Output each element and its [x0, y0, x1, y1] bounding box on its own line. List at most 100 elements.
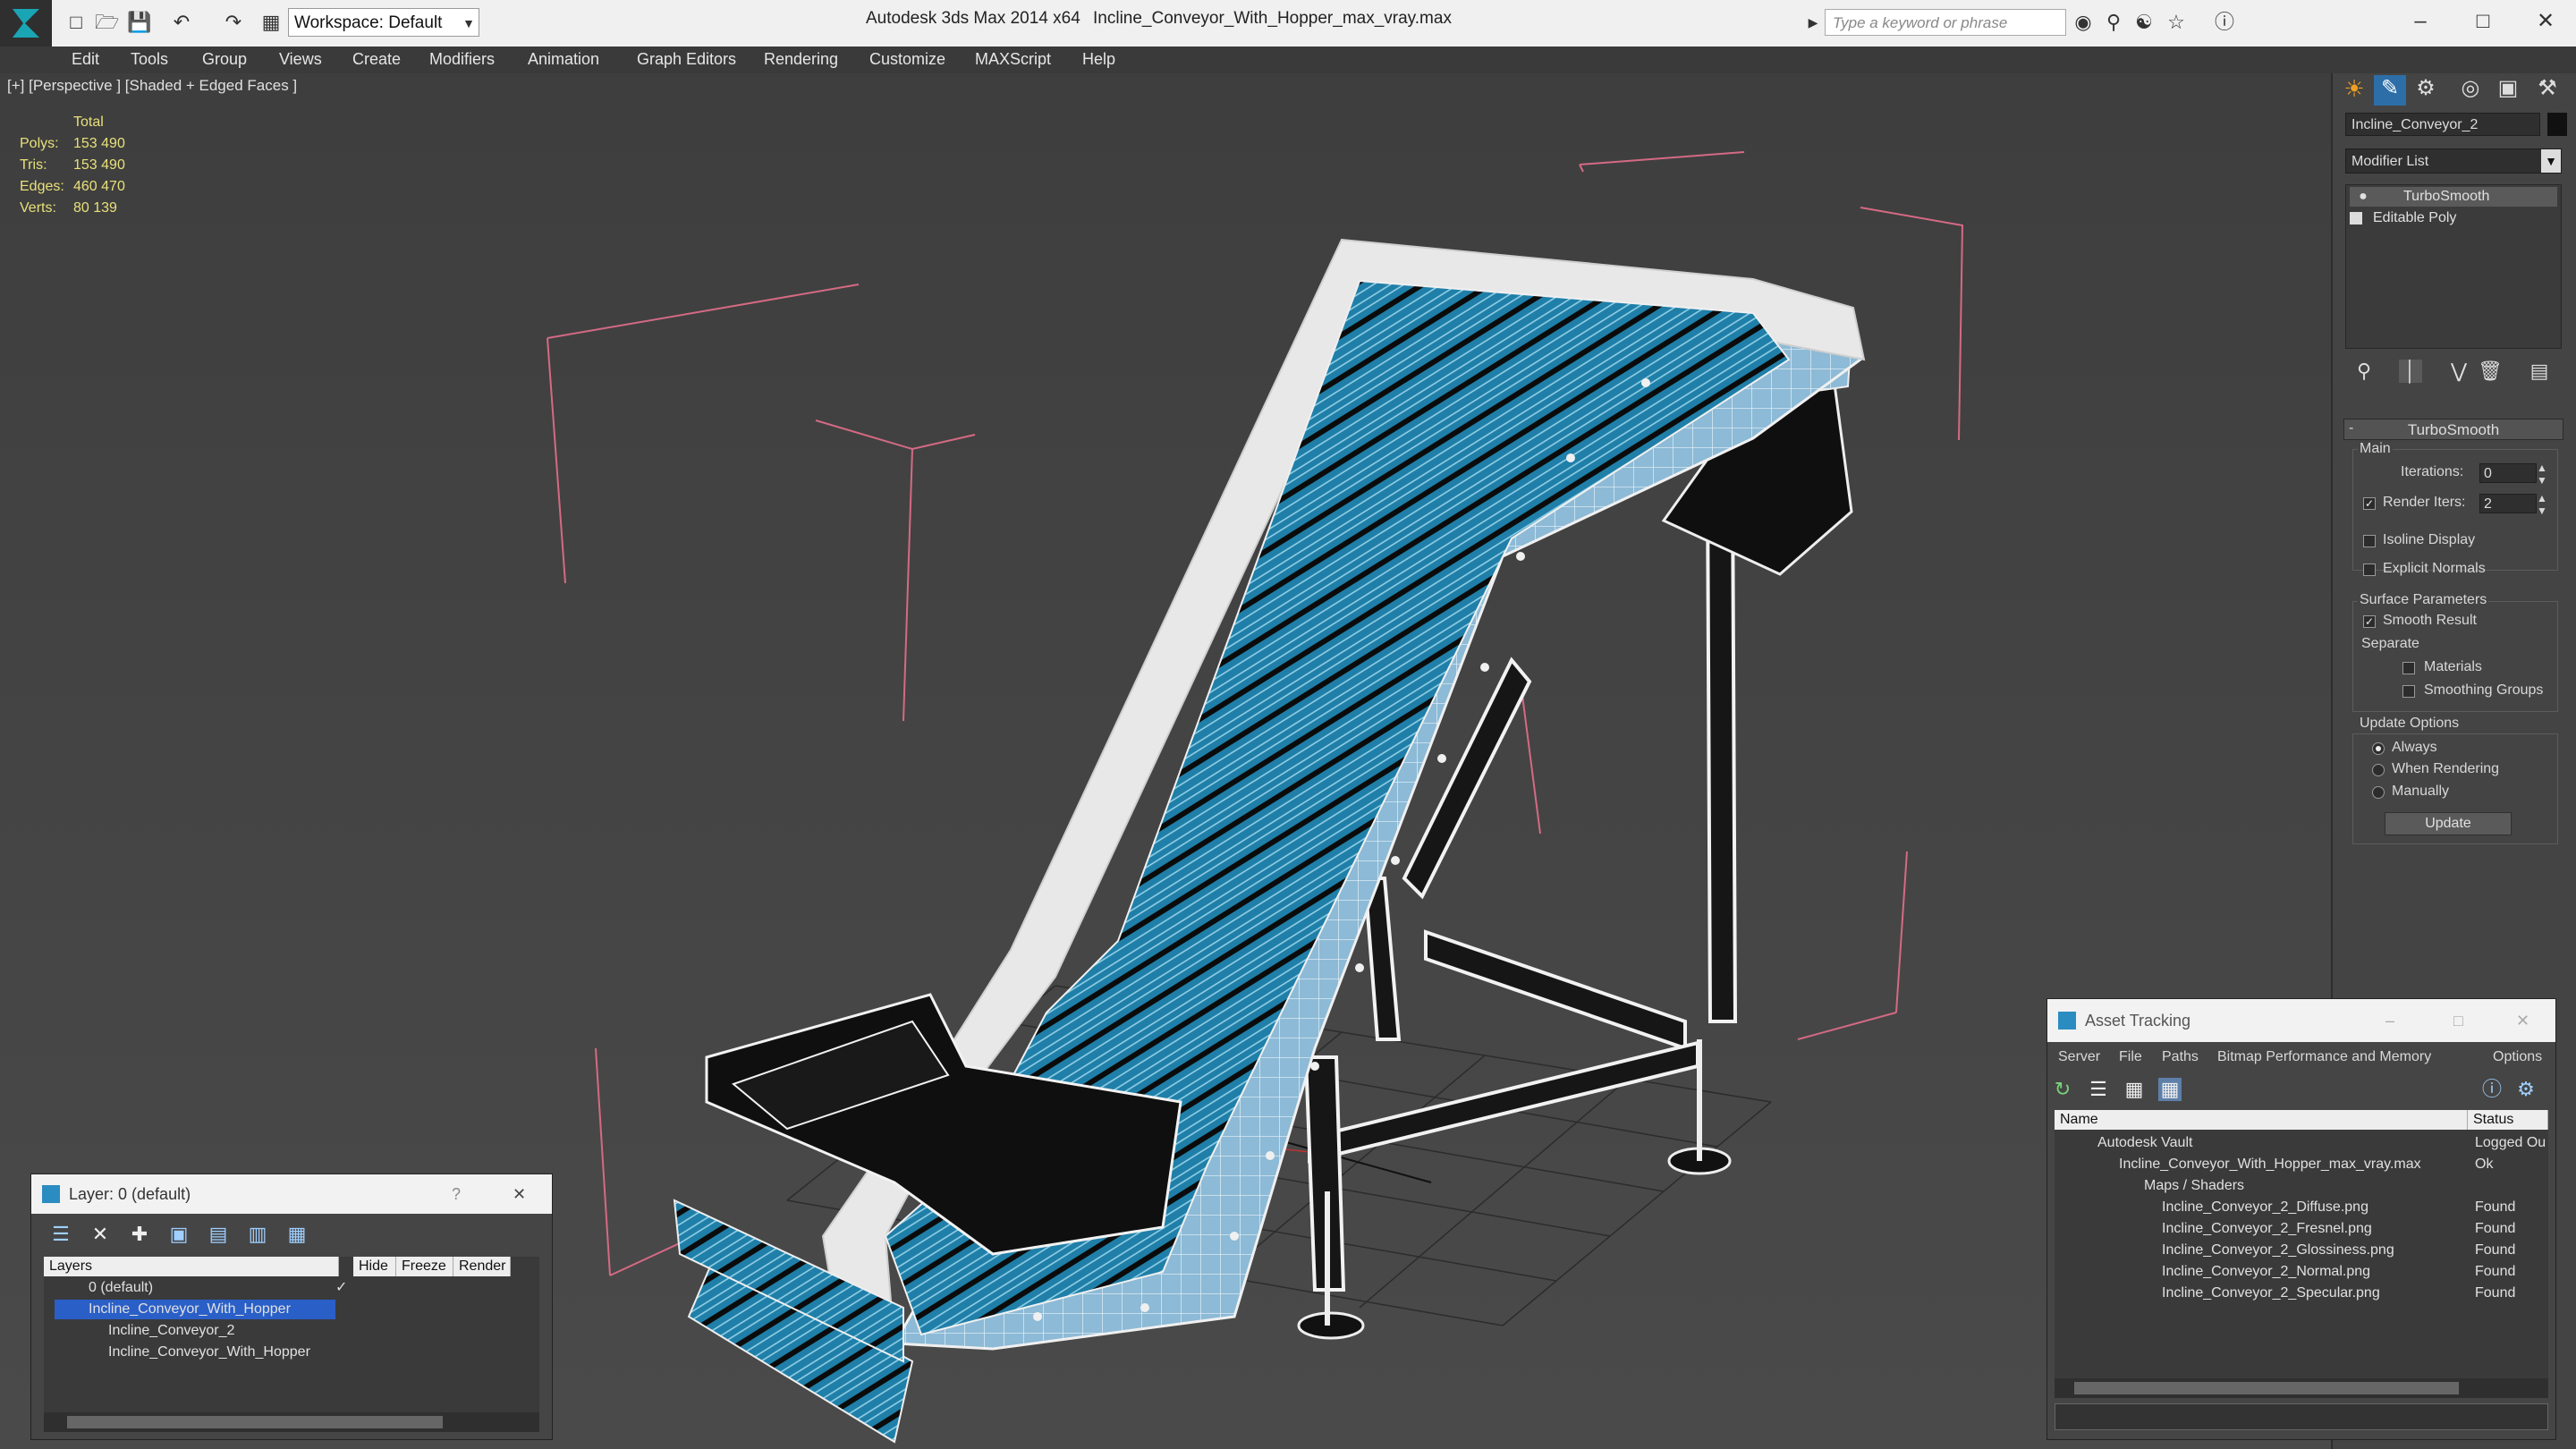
make-unique-icon[interactable]: ⋁: [2447, 360, 2470, 383]
smoothing-groups-checkbox[interactable]: [2402, 685, 2415, 698]
close-button[interactable]: ✕: [2519, 4, 2572, 39]
asset-window-titlebar[interactable]: Asset Tracking – □ ✕: [2047, 999, 2555, 1042]
asset-menu-server[interactable]: Server: [2058, 1049, 2100, 1065]
close-icon[interactable]: ✕: [2516, 999, 2529, 1042]
menu-rendering[interactable]: Rendering: [764, 50, 838, 69]
freeze-all-icon[interactable]: ▦: [285, 1223, 309, 1246]
asset-row-texture[interactable]: Incline_Conveyor_2_Normal.png: [2162, 1262, 2370, 1282]
minimize-button[interactable]: –: [2394, 4, 2447, 39]
update-button[interactable]: Update: [2385, 812, 2512, 835]
asset-row-vault[interactable]: Autodesk Vault: [2097, 1133, 2192, 1153]
maximize-icon[interactable]: □: [2453, 999, 2463, 1042]
app-logo-icon[interactable]: [0, 0, 52, 47]
maximize-button[interactable]: □: [2456, 4, 2510, 39]
subscription-icon[interactable]: ⚲: [2102, 11, 2125, 34]
help-icon[interactable]: ?: [452, 1174, 461, 1214]
motion-tab-icon[interactable]: ◎: [2454, 75, 2487, 106]
materials-checkbox[interactable]: [2402, 662, 2415, 674]
asset-path-field[interactable]: [2055, 1403, 2548, 1430]
new-file-icon[interactable]: □: [64, 11, 88, 34]
menu-views[interactable]: Views: [279, 50, 322, 69]
menu-modifiers[interactable]: Modifiers: [429, 50, 495, 69]
when-rendering-radio[interactable]: [2372, 764, 2385, 776]
select-objects-icon[interactable]: ▣: [167, 1223, 191, 1246]
scrollbar-thumb[interactable]: [67, 1416, 443, 1428]
layer-row-default[interactable]: 0 (default): [89, 1278, 153, 1298]
active-layer-check-icon[interactable]: ✓: [335, 1278, 347, 1298]
add-to-layer-icon[interactable]: ✚: [128, 1223, 151, 1246]
table-view-icon[interactable]: ▦: [2158, 1078, 2182, 1101]
menu-tools[interactable]: Tools: [131, 50, 168, 69]
lightbulb-icon[interactable]: ●: [2350, 187, 2377, 207]
render-iters-spinner[interactable]: 2: [2479, 494, 2537, 513]
layer-row-object[interactable]: Incline_Conveyor_2: [108, 1321, 234, 1341]
configure-sets-icon[interactable]: ▤: [2528, 360, 2551, 383]
layer-row-conveyor-with-hopper[interactable]: Incline_Conveyor_With_Hopper: [55, 1300, 335, 1319]
column-freeze[interactable]: Freeze: [396, 1257, 453, 1276]
asset-row-texture[interactable]: Incline_Conveyor_2_Diffuse.png: [2162, 1198, 2368, 1217]
minimize-icon[interactable]: –: [2385, 999, 2394, 1042]
render-iters-checkbox[interactable]: ✓: [2363, 497, 2376, 510]
create-tab-sun-icon[interactable]: ☀: [2338, 75, 2370, 106]
search-expand-icon[interactable]: ▶: [1801, 11, 1825, 34]
remove-modifier-icon[interactable]: 🗑: [2478, 360, 2503, 383]
menu-animation[interactable]: Animation: [528, 50, 599, 69]
stack-item-editable-poly[interactable]: Editable Poly: [2350, 208, 2456, 228]
menu-graph-editors[interactable]: Graph Editors: [637, 50, 736, 69]
column-name[interactable]: Name: [2055, 1110, 2468, 1130]
explicit-normals-checkbox[interactable]: [2363, 564, 2376, 576]
hide-all-icon[interactable]: ▥: [246, 1223, 269, 1246]
modify-tab-icon[interactable]: ✎: [2374, 75, 2406, 106]
rollout-collapse-icon[interactable]: -: [2349, 420, 2353, 436]
column-status[interactable]: Status: [2468, 1110, 2548, 1130]
menu-create[interactable]: Create: [352, 50, 401, 69]
smooth-result-checkbox[interactable]: ✓: [2363, 615, 2376, 628]
close-icon[interactable]: ✕: [513, 1174, 526, 1214]
menu-help[interactable]: Help: [1082, 50, 1115, 69]
asset-row-texture[interactable]: Incline_Conveyor_2_Glossiness.png: [2162, 1241, 2394, 1260]
search-input[interactable]: Type a keyword or phrase: [1825, 9, 2066, 36]
object-name-field[interactable]: Incline_Conveyor_2: [2345, 113, 2540, 136]
delete-layer-icon[interactable]: ✕: [89, 1223, 112, 1246]
save-file-icon[interactable]: 💾: [127, 11, 151, 34]
binoculars-icon[interactable]: ◉: [2072, 11, 2095, 34]
modifier-stack[interactable]: ● TurboSmooth Editable Poly: [2345, 184, 2562, 349]
asset-row-maps-folder[interactable]: Maps / Shaders: [2144, 1176, 2244, 1196]
redo-icon[interactable]: ↷: [222, 11, 245, 34]
isoline-display-checkbox[interactable]: [2363, 535, 2376, 547]
column-render[interactable]: Render: [453, 1257, 511, 1276]
stack-item-turbosmooth[interactable]: ● TurboSmooth: [2350, 187, 2557, 207]
open-file-icon[interactable]: 🗁: [95, 11, 119, 34]
undo-icon[interactable]: ↶: [170, 11, 193, 34]
vault-settings-icon[interactable]: ⚙: [2514, 1078, 2538, 1101]
expand-plus-icon[interactable]: [2350, 211, 2362, 225]
refresh-icon[interactable]: ↻: [2051, 1078, 2074, 1101]
list-view-icon[interactable]: ☰: [2087, 1078, 2110, 1101]
menu-group[interactable]: Group: [202, 50, 247, 69]
create-layer-icon[interactable]: ☰: [49, 1223, 72, 1246]
iterations-spinner[interactable]: 0: [2479, 463, 2537, 483]
communication-icon[interactable]: ☯: [2132, 11, 2156, 34]
menu-maxscript[interactable]: MAXScript: [975, 50, 1051, 69]
show-end-result-icon[interactable]: │: [2399, 360, 2422, 383]
workspace-dropdown[interactable]: Workspace: Default ▼: [288, 8, 479, 37]
spinner-arrows-icon[interactable]: ▲ ▼: [2537, 492, 2547, 517]
asset-row-scene-file[interactable]: Incline_Conveyor_With_Hopper_max_vray.ma…: [2119, 1155, 2421, 1174]
asset-menu-file[interactable]: File: [2119, 1049, 2142, 1065]
column-hide[interactable]: Hide: [353, 1257, 396, 1276]
favorites-star-icon[interactable]: ☆: [2165, 11, 2188, 34]
asset-menu-bitmap-performance[interactable]: Bitmap Performance and Memory: [2217, 1049, 2431, 1065]
pin-stack-icon[interactable]: ⚲: [2352, 360, 2376, 383]
object-color-swatch[interactable]: [2547, 113, 2567, 136]
layer-window-titlebar[interactable]: Layer: 0 (default) ? ✕: [31, 1174, 552, 1214]
column-layers[interactable]: Layers: [44, 1257, 339, 1276]
spinner-arrows-icon[interactable]: ▲ ▼: [2537, 462, 2547, 487]
asset-row-texture[interactable]: Incline_Conveyor_2_Specular.png: [2162, 1284, 2380, 1303]
asset-menu-paths[interactable]: Paths: [2162, 1049, 2199, 1065]
display-tab-icon[interactable]: ▣: [2492, 75, 2524, 106]
scrollbar-thumb[interactable]: [2074, 1382, 2459, 1394]
utilities-tab-icon[interactable]: ⚒: [2531, 75, 2563, 106]
menu-customize[interactable]: Customize: [869, 50, 945, 69]
vault-help-icon[interactable]: ⓘ: [2480, 1078, 2504, 1101]
help-icon[interactable]: ⓘ: [2213, 11, 2236, 34]
